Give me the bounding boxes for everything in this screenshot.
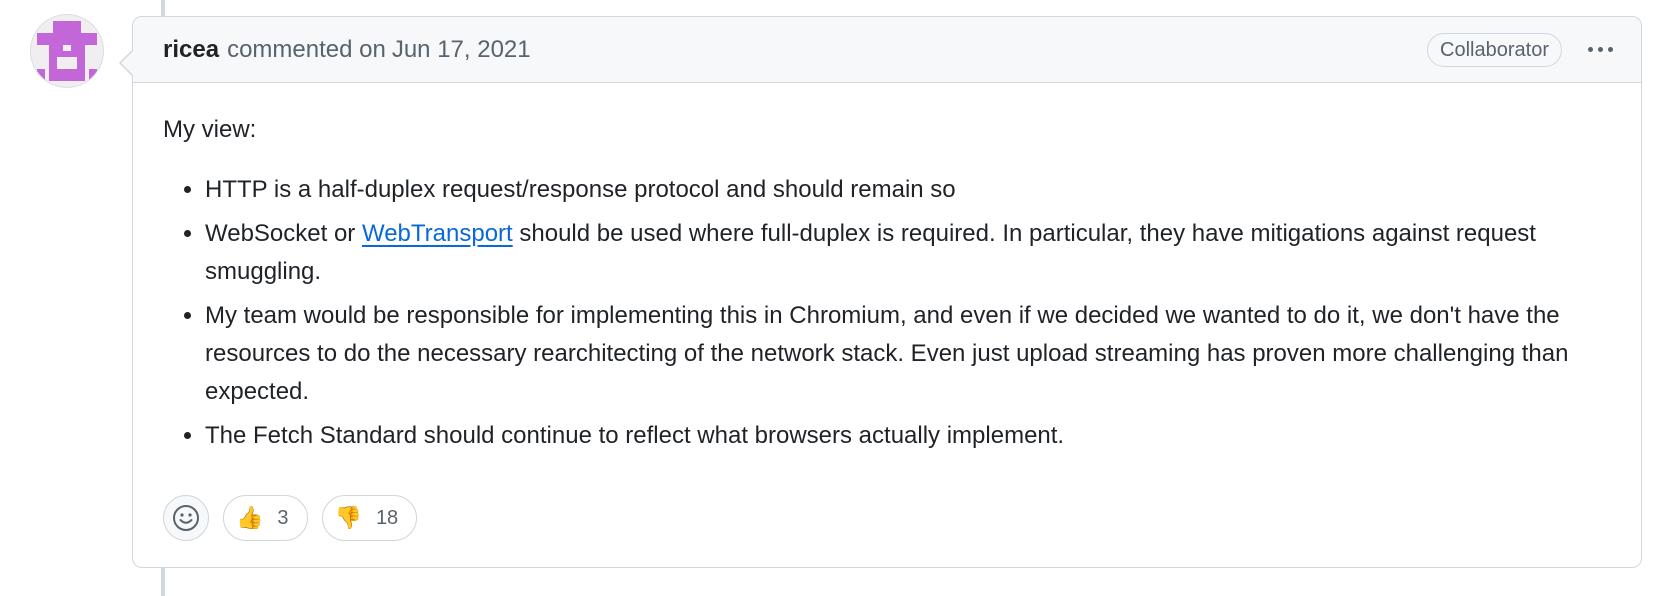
comment-action: commented on [227, 35, 386, 63]
list-item-text: My team would be responsible for impleme… [205, 302, 1569, 405]
timeline-page: ricea commented on Jun 17, 2021 Collabor… [0, 0, 1680, 596]
thumbs-down-icon: 👎 [334, 505, 362, 531]
reactions-bar: 👍 3 👎 18 [163, 495, 418, 541]
comment-pointer-fill [121, 50, 134, 76]
comment-body: My view: HTTP is a half-duplex request/r… [133, 83, 1641, 455]
list-item: HTTP is a half-duplex request/response p… [205, 171, 1611, 209]
list-item: WebSocket or WebTransport should be used… [205, 215, 1611, 291]
reaction-thumbs-up-button[interactable]: 👍 3 [223, 495, 308, 541]
smiley-icon [173, 505, 199, 531]
list-item-text-before: WebSocket or [205, 220, 362, 247]
comment-bullet-list: HTTP is a half-duplex request/response p… [163, 171, 1611, 455]
add-reaction-button[interactable] [163, 495, 209, 541]
comment-date[interactable]: Jun 17, 2021 [392, 36, 531, 64]
comment-header: ricea commented on Jun 17, 2021 Collabor… [133, 17, 1641, 83]
thumbs-up-icon: 👍 [236, 505, 264, 531]
author-link[interactable]: ricea [163, 36, 219, 64]
webtransport-link[interactable]: WebTransport [362, 220, 513, 247]
identicon-avatar-icon [31, 15, 103, 87]
list-item-text: HTTP is a half-duplex request/response p… [205, 176, 956, 203]
reaction-count: 18 [375, 506, 399, 529]
list-item: The Fetch Standard should continue to re… [205, 417, 1611, 455]
role-badge: Collaborator [1427, 32, 1562, 67]
kebab-horizontal-icon[interactable] [1584, 39, 1617, 60]
avatar[interactable] [31, 15, 103, 87]
list-item-text: The Fetch Standard should continue to re… [205, 422, 1065, 449]
comment-box: ricea commented on Jun 17, 2021 Collabor… [119, 16, 1642, 568]
reaction-thumbs-down-button[interactable]: 👎 18 [321, 495, 418, 541]
reaction-count: 3 [277, 506, 289, 529]
comment-intro: My view: [163, 116, 257, 143]
list-item: My team would be responsible for impleme… [205, 297, 1611, 411]
